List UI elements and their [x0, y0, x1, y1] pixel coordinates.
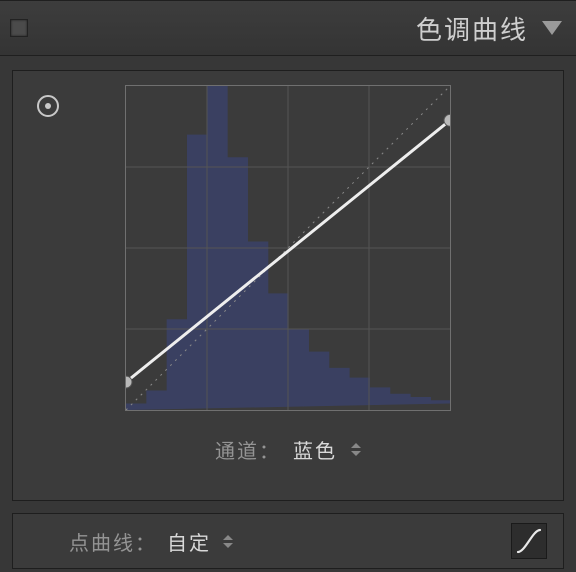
channel-row: 通道： 蓝色 — [61, 411, 515, 480]
channel-value[interactable]: 蓝色 — [293, 435, 337, 464]
disclosure-triangle-icon[interactable] — [542, 21, 562, 35]
panel-title: 色调曲线 — [416, 10, 528, 47]
targeted-adjustment-icon[interactable] — [37, 95, 59, 117]
channel-stepper[interactable] — [351, 443, 361, 456]
point-curve-footer: 点曲线： 自定 — [12, 513, 564, 569]
tone-curve-editor[interactable] — [125, 85, 451, 411]
panel-body: 通道： 蓝色 — [0, 56, 576, 501]
channel-label: 通道： — [215, 435, 281, 464]
curve-mode-button[interactable] — [511, 523, 547, 559]
tone-curve-canvas[interactable] — [126, 86, 450, 410]
point-curve-label: 点曲线： — [69, 527, 157, 556]
chevron-up-icon[interactable] — [351, 443, 361, 448]
point-curve-stepper[interactable] — [223, 535, 233, 548]
chevron-down-icon[interactable] — [351, 451, 361, 456]
chevron-down-icon[interactable] — [223, 543, 233, 548]
curve-mode-icon — [515, 527, 543, 555]
panel-header: 色调曲线 — [0, 0, 576, 56]
curve-section: 通道： 蓝色 — [12, 70, 564, 501]
header-right: 色调曲线 — [416, 10, 562, 47]
chevron-up-icon[interactable] — [223, 535, 233, 540]
point-curve-value[interactable]: 自定 — [167, 527, 211, 556]
point-curve-left: 点曲线： 自定 — [69, 527, 233, 556]
panel-toggle-swatch[interactable] — [10, 19, 28, 37]
